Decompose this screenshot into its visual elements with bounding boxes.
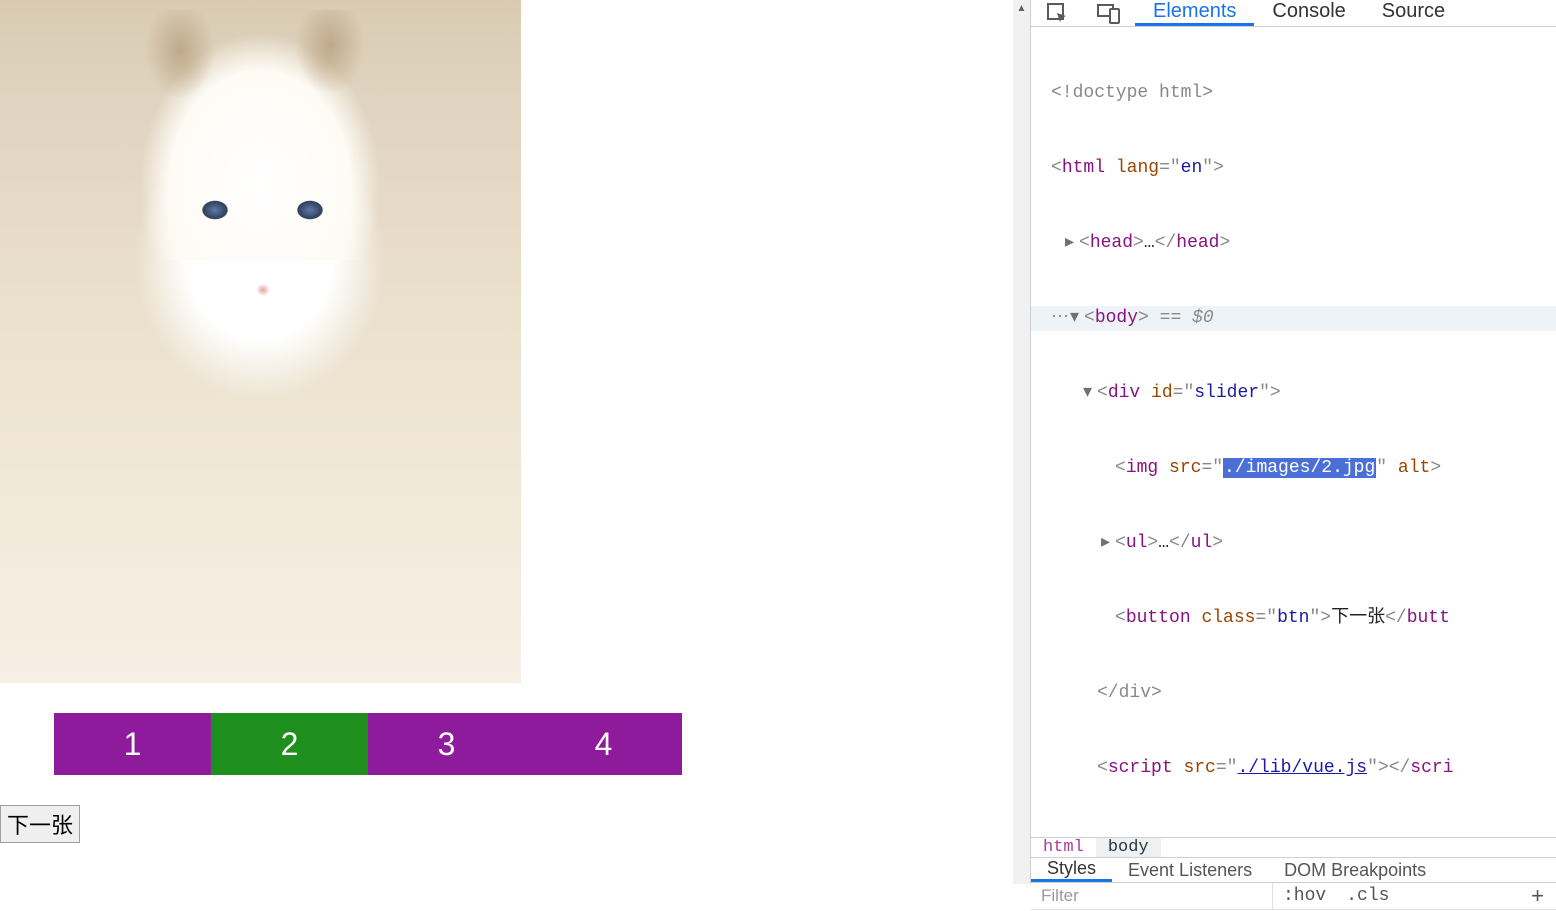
cls-toggle[interactable]: .cls bbox=[1336, 883, 1399, 909]
dom-node-img[interactable]: <img src="./images/2.jpg" alt> bbox=[1031, 456, 1556, 481]
new-style-rule-icon[interactable]: + bbox=[1519, 883, 1556, 909]
page-vertical-scrollbar[interactable]: ▲ bbox=[1013, 0, 1030, 884]
scrollbar-arrow-up-icon[interactable]: ▲ bbox=[1013, 0, 1030, 17]
dom-node-ul[interactable]: ▸<ul>…</ul> bbox=[1031, 531, 1556, 556]
devtools-panel: Elements Console Source <!doctype html> … bbox=[1030, 0, 1556, 884]
tab-styles[interactable]: Styles bbox=[1031, 858, 1112, 882]
styles-filter-bar: :hov .cls + bbox=[1031, 883, 1556, 910]
tab-sources[interactable]: Source bbox=[1364, 0, 1463, 26]
dom-breadcrumb: html body bbox=[1031, 837, 1556, 858]
styles-filter-input[interactable] bbox=[1031, 883, 1273, 909]
tab-event-listeners[interactable]: Event Listeners bbox=[1112, 858, 1268, 882]
device-toggle-icon[interactable] bbox=[1083, 0, 1135, 26]
next-image-button[interactable]: 下一张 bbox=[0, 805, 80, 843]
page-preview: 1 2 3 4 下一张 ▲ bbox=[0, 0, 1030, 884]
dom-node-html[interactable]: <html lang="en"> bbox=[1031, 156, 1556, 181]
pagination-item-3[interactable]: 3 bbox=[368, 713, 525, 775]
dom-tree[interactable]: <!doctype html> <html lang="en"> ▸<head>… bbox=[1031, 27, 1556, 837]
tab-dom-breakpoints[interactable]: DOM Breakpoints bbox=[1268, 858, 1442, 882]
dom-node-script[interactable]: <script src="./lib/vue.js"></scri bbox=[1031, 756, 1556, 781]
dom-node-button[interactable]: <button class="btn">下一张</butt bbox=[1031, 606, 1556, 631]
pagination-item-2[interactable]: 2 bbox=[211, 713, 368, 775]
hov-toggle[interactable]: :hov bbox=[1273, 883, 1336, 909]
breadcrumb-html[interactable]: html bbox=[1031, 838, 1096, 857]
dom-doctype: <!doctype html> bbox=[1051, 83, 1213, 103]
pagination-item-4[interactable]: 4 bbox=[525, 713, 682, 775]
pagination-item-1[interactable]: 1 bbox=[54, 713, 211, 775]
styles-tab-bar: Styles Event Listeners DOM Breakpoints bbox=[1031, 858, 1556, 883]
tab-console[interactable]: Console bbox=[1254, 0, 1363, 26]
dom-node-body[interactable]: ⋯▾<body> == $0 bbox=[1031, 306, 1556, 331]
tab-elements[interactable]: Elements bbox=[1135, 0, 1254, 26]
element-picker-icon[interactable] bbox=[1031, 0, 1083, 26]
slider-image bbox=[0, 0, 521, 683]
breadcrumb-body[interactable]: body bbox=[1096, 838, 1161, 857]
slider-pagination: 1 2 3 4 bbox=[54, 713, 1030, 775]
dom-node-div-close[interactable]: </div> bbox=[1031, 681, 1556, 706]
dom-node-head[interactable]: ▸<head>…</head> bbox=[1031, 231, 1556, 256]
dom-node-slider-div[interactable]: ▾<div id="slider"> bbox=[1031, 381, 1556, 406]
devtools-tab-bar: Elements Console Source bbox=[1031, 0, 1556, 27]
